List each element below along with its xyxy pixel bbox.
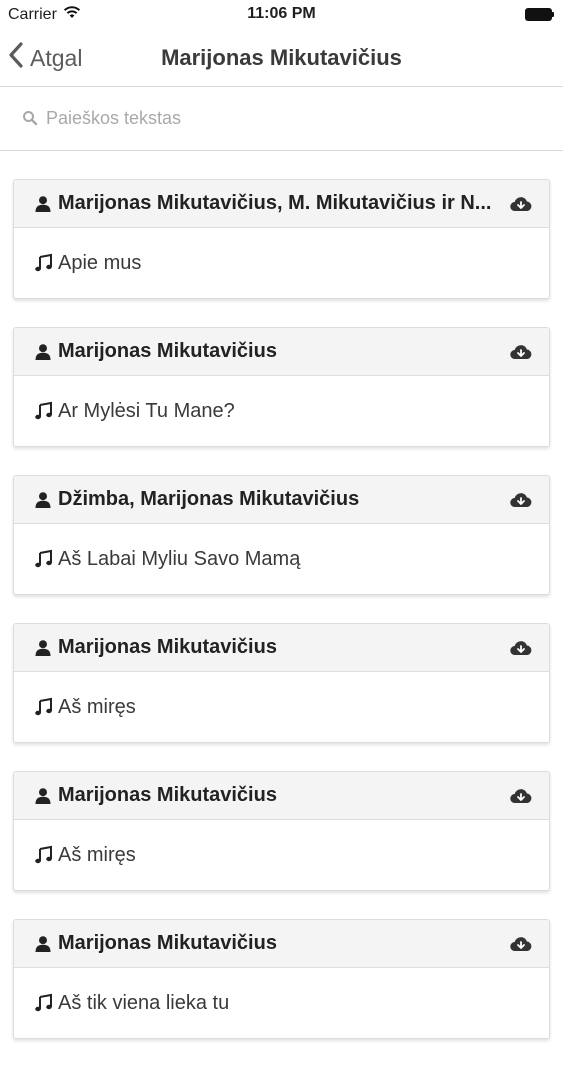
song-card-body: Apie mus (14, 228, 549, 298)
song-card[interactable]: Marijonas Mikutavičius Aš miręs (13, 771, 550, 891)
search-input[interactable] (46, 103, 526, 133)
song-card[interactable]: Marijonas Mikutavičius Aš tik viena liek… (13, 919, 550, 1039)
cloud-download-icon[interactable] (509, 342, 533, 362)
status-bar: Carrier 11:06 PM (0, 0, 563, 30)
song-card-header: Marijonas Mikutavičius (14, 772, 549, 820)
artist-name: Marijonas Mikutavičius (58, 932, 277, 954)
song-title: Ar Mylėsi Tu Mane? (58, 399, 235, 422)
song-card-body: Aš miręs (14, 672, 549, 742)
music-note-icon (34, 253, 54, 273)
song-title: Aš miręs (58, 695, 136, 718)
song-card-header: Marijonas Mikutavičius, M. Mikutavičius … (14, 180, 549, 228)
artist-name: Džimba, Marijonas Mikutavičius (58, 488, 360, 510)
song-card-header: Džimba, Marijonas Mikutavičius (14, 476, 549, 524)
page-title: Marijonas Mikutavičius (161, 45, 402, 70)
song-card-header: Marijonas Mikutavičius (14, 328, 549, 376)
artist-name: Marijonas Mikutavičius (58, 636, 277, 658)
artist-name: Marijonas Mikutavičius (58, 340, 277, 362)
song-title: Aš miręs (58, 843, 136, 866)
song-card-body: Ar Mylėsi Tu Mane? (14, 376, 549, 446)
cloud-download-icon[interactable] (509, 934, 533, 954)
status-time: 11:06 PM (247, 5, 316, 22)
song-card-body: Aš tik viena lieka tu (14, 968, 549, 1038)
music-note-icon (34, 697, 54, 717)
song-card-header: Marijonas Mikutavičius (14, 624, 549, 672)
song-card-body: Aš Labai Myliu Savo Mamą (14, 524, 549, 594)
search-icon (22, 110, 38, 131)
music-note-icon (34, 845, 54, 865)
navigation-bar: Atgal Marijonas Mikutavičius (0, 30, 563, 87)
user-icon (34, 787, 52, 805)
song-card[interactable]: Marijonas Mikutavičius, M. Mikutavičius … (13, 179, 550, 299)
user-icon (34, 639, 52, 657)
user-icon (34, 491, 52, 509)
song-title: Aš tik viena lieka tu (58, 991, 230, 1014)
artist-name: Marijonas Mikutavičius, M. Mikutavičius … (58, 192, 492, 214)
user-icon (34, 195, 52, 213)
cloud-download-icon[interactable] (509, 786, 533, 806)
song-card[interactable]: Džimba, Marijonas Mikutavičius Aš Labai … (13, 475, 550, 595)
song-title: Aš Labai Myliu Savo Mamą (58, 547, 301, 570)
song-title: Apie mus (58, 251, 142, 274)
song-card-header: Marijonas Mikutavičius (14, 920, 549, 968)
music-note-icon (34, 549, 54, 569)
battery-icon (525, 7, 555, 21)
music-note-icon (34, 993, 54, 1013)
user-icon (34, 343, 52, 361)
music-note-icon (34, 401, 54, 421)
artist-name: Marijonas Mikutavičius (58, 784, 277, 806)
cloud-download-icon[interactable] (509, 638, 533, 658)
cloud-download-icon[interactable] (509, 490, 533, 510)
user-icon (34, 935, 52, 953)
song-card[interactable]: Marijonas Mikutavičius Aš miręs (13, 623, 550, 743)
song-card-body: Aš miręs (14, 820, 549, 890)
song-list: Marijonas Mikutavičius, M. Mikutavičius … (13, 179, 550, 1067)
song-card[interactable]: Marijonas Mikutavičius Ar Mylėsi Tu Mane… (13, 327, 550, 447)
cloud-download-icon[interactable] (509, 194, 533, 214)
search-bar (0, 87, 563, 151)
